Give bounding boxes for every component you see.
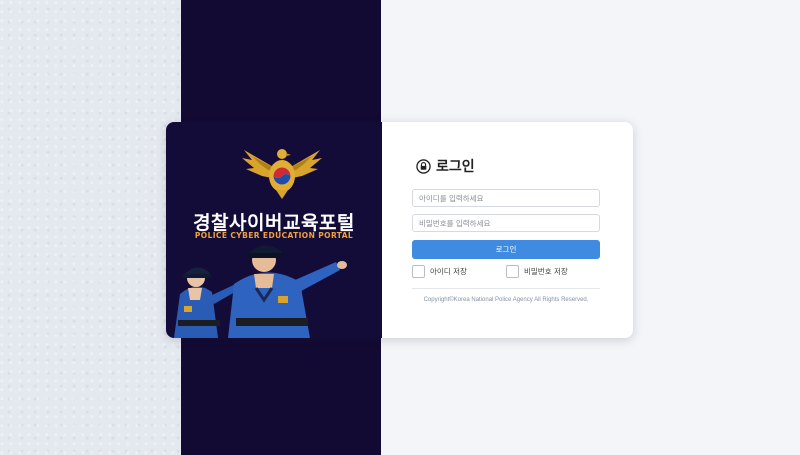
save-password-label: 비밀번호 저장 [524,267,568,276]
password-input[interactable] [412,214,600,232]
police-eagle-emblem-icon [242,149,322,199]
background-left-panel [0,0,181,455]
save-id-option[interactable]: 아이디 저장 [412,265,467,278]
save-id-label: 아이디 저장 [430,267,467,276]
divider [412,288,600,289]
hero-banner: 경찰사이버교육포털 POLICE CYBER EDUCATION PORTAL [166,122,382,338]
user-id-input[interactable] [412,189,600,207]
login-card: 경찰사이버교육포털 POLICE CYBER EDUCATION PORTAL [166,122,633,338]
login-button[interactable]: 로그인 [412,240,600,259]
save-password-option[interactable]: 비밀번호 저장 [506,265,568,278]
login-header: 로그인 [416,156,475,176]
police-officers-illustration [174,245,347,338]
male-officer [228,245,347,338]
save-id-checkbox[interactable] [412,265,425,278]
login-form: 로그인 로그인 아이디 저장 비밀번호 저장 Copyright©Korea N… [412,122,602,338]
save-password-checkbox[interactable] [506,265,519,278]
login-title: 로그인 [436,159,475,175]
copyright-text: Copyright©Korea National Police Agency A… [423,297,589,303]
lock-icon [416,158,431,174]
